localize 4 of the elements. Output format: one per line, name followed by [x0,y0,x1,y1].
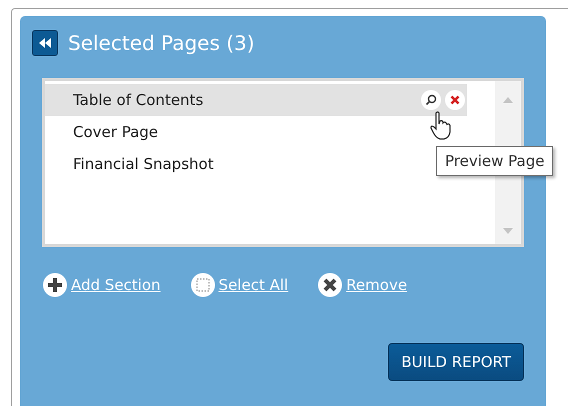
tooltip: Preview Page [436,146,554,176]
page-label: Table of Contents [73,91,204,109]
panel-title: Selected Pages (3) [68,31,255,55]
page-label: Cover Page [73,123,158,141]
